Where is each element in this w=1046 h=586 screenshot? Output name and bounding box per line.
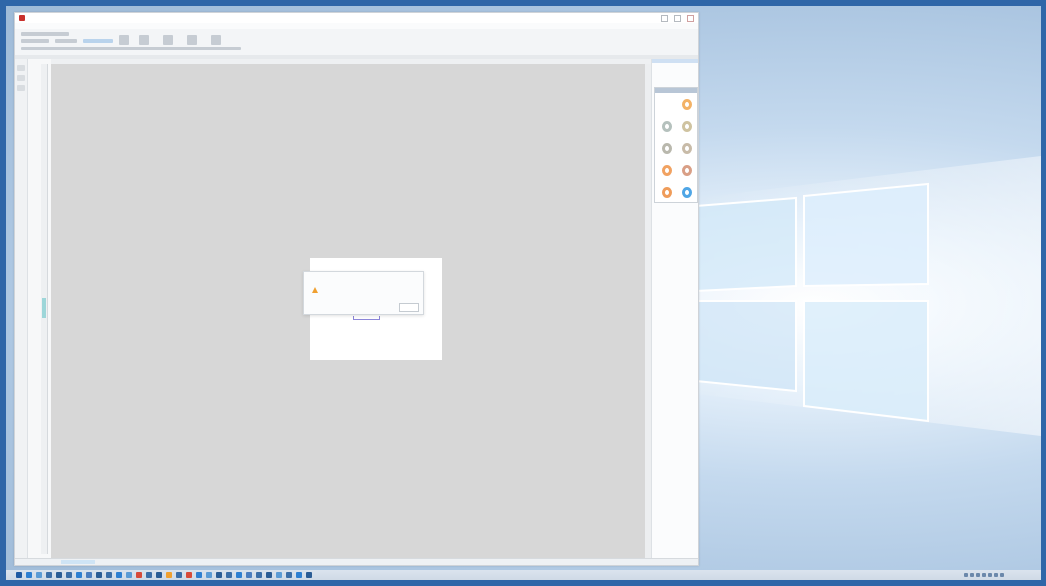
page-selection-mark: [353, 316, 380, 320]
taskbar-app-icon[interactable]: [86, 572, 92, 578]
taskbar-app-icon[interactable]: [56, 572, 62, 578]
taskbar-app-icon[interactable]: [306, 572, 312, 578]
desktop-screen: [6, 6, 1041, 580]
taskbar-app-icon[interactable]: [36, 572, 42, 578]
tool-button[interactable]: [17, 85, 25, 91]
warning-icon: [312, 287, 318, 293]
tray-icon[interactable]: [982, 573, 986, 577]
taskbar-app-icon[interactable]: [66, 572, 72, 578]
ring-icon: [681, 120, 692, 132]
taskbar-app-icon[interactable]: [116, 572, 122, 578]
taskbar-app-icon[interactable]: [256, 572, 262, 578]
ring-icon: [661, 142, 672, 154]
taskbar-app-icon[interactable]: [176, 572, 182, 578]
ring-thumbnail[interactable]: [677, 95, 696, 113]
tray-icon[interactable]: [988, 573, 992, 577]
tray-icon[interactable]: [970, 573, 974, 577]
ribbon-large-tool[interactable]: [139, 35, 149, 45]
ring-icon: [681, 186, 692, 198]
taskbar-app-icon[interactable]: [216, 572, 222, 578]
taskbar-app-icon[interactable]: [286, 572, 292, 578]
system-tray: [964, 573, 1004, 577]
ring-icon: [681, 142, 692, 154]
status-bar: [15, 558, 698, 565]
tools-sidebar: [15, 59, 28, 559]
taskbar-app-icon[interactable]: [96, 572, 102, 578]
ribbon-tool[interactable]: [55, 39, 77, 43]
taskbar-app-icon[interactable]: [276, 572, 282, 578]
ribbon-tool-row[interactable]: [21, 47, 241, 50]
object-thumbnail-list[interactable]: [654, 87, 698, 203]
title-bar: [15, 13, 698, 23]
taskbar-app-icon[interactable]: [156, 572, 162, 578]
taskbar-app-icon[interactable]: [226, 572, 232, 578]
ruler-position-marker: [42, 298, 46, 318]
ring-icon: [681, 164, 692, 176]
tool-button[interactable]: [17, 65, 25, 71]
tray-icon[interactable]: [964, 573, 968, 577]
ribbon-tool[interactable]: [21, 32, 69, 36]
window-controls: [661, 15, 694, 22]
ring-thumbnail[interactable]: [677, 161, 696, 179]
ribbon-tool[interactable]: [21, 39, 49, 43]
taskbar-app-icon[interactable]: [186, 572, 192, 578]
docker-panel: [651, 59, 698, 559]
tray-icon[interactable]: [1000, 573, 1004, 577]
taskbar-app-icon[interactable]: [146, 572, 152, 578]
taskbar-app-icon[interactable]: [126, 572, 132, 578]
ring-icon: [661, 120, 672, 132]
ribbon-large-tool[interactable]: [187, 35, 197, 45]
ring-thumbnail[interactable]: [677, 117, 696, 135]
minimize-icon[interactable]: [661, 15, 668, 22]
page-tab[interactable]: [61, 560, 95, 564]
close-icon[interactable]: [687, 15, 694, 22]
taskbar-app-icon[interactable]: [206, 572, 212, 578]
list-header: [655, 88, 697, 93]
tray-icon[interactable]: [976, 573, 980, 577]
ring-icon: [681, 98, 692, 110]
taskbar-app-icon[interactable]: [106, 572, 112, 578]
taskbar-app-icon[interactable]: [246, 572, 252, 578]
ring-thumbnail[interactable]: [677, 139, 696, 157]
ribbon-toolbar: [15, 29, 698, 56]
ring-thumbnail-grid: [657, 95, 696, 202]
taskbar-app-icon[interactable]: [76, 572, 82, 578]
ring-icon: [661, 164, 672, 176]
ribbon-tool-active[interactable]: [83, 39, 113, 43]
taskbar-app-icon[interactable]: [296, 572, 302, 578]
ok-button[interactable]: [399, 303, 419, 312]
taskbar-icons: [16, 572, 312, 578]
maximize-icon[interactable]: [674, 15, 681, 22]
ring-icon: [661, 98, 672, 110]
ring-thumbnail[interactable]: [657, 161, 676, 179]
tool-button[interactable]: [17, 75, 25, 81]
ribbon-large-tool[interactable]: [211, 35, 221, 45]
taskbar-app-icon[interactable]: [16, 572, 22, 578]
windows-logo-wallpaper: [696, 182, 929, 423]
warning-dialog: [303, 271, 424, 315]
ring-thumbnail[interactable]: [657, 183, 676, 201]
ribbon-large-tool[interactable]: [119, 35, 129, 45]
ring-thumbnail[interactable]: [657, 139, 676, 157]
ring-thumbnail[interactable]: [677, 183, 696, 201]
taskbar-app-icon[interactable]: [196, 572, 202, 578]
tray-icon[interactable]: [994, 573, 998, 577]
taskbar-app-icon[interactable]: [236, 572, 242, 578]
ribbon-large-tool[interactable]: [163, 35, 173, 45]
taskbar-app-icon[interactable]: [166, 572, 172, 578]
ring-icon: [661, 186, 672, 198]
taskbar-app-icon[interactable]: [46, 572, 52, 578]
taskbar-app-icon[interactable]: [136, 572, 142, 578]
taskbar-app-icon[interactable]: [266, 572, 272, 578]
panel-header: [652, 59, 698, 63]
ring-thumbnail[interactable]: [657, 95, 676, 113]
taskbar: [6, 570, 1041, 580]
app-icon: [19, 15, 25, 21]
taskbar-app-icon[interactable]: [26, 572, 32, 578]
ring-thumbnail[interactable]: [657, 117, 676, 135]
